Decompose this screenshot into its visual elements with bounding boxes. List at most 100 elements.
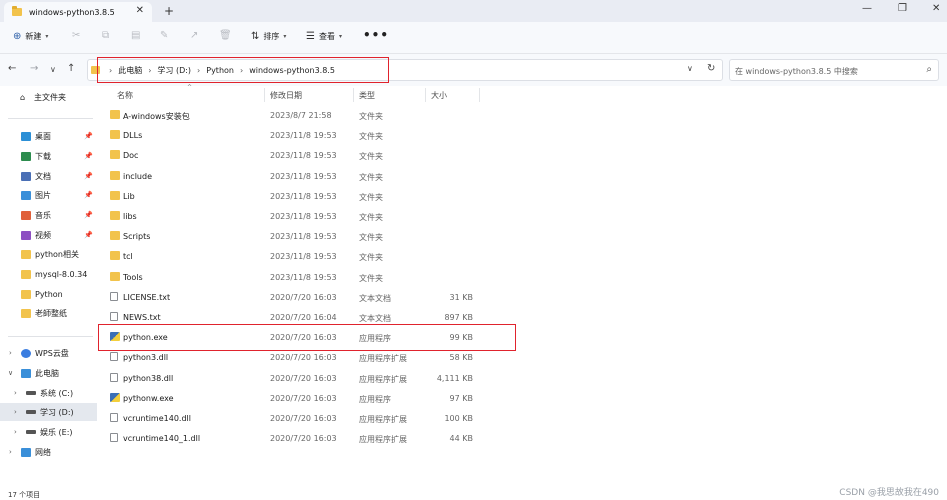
file-row[interactable]: vcruntime140.dll 2020/7/20 16:03 应用程序扩展 100… [99,408,479,428]
close-tab-icon[interactable]: ✕ [136,5,144,16]
search-box[interactable]: 在 windows-python3.8.5 中搜索 ⌕ [729,59,939,81]
maximize-button[interactable]: ❐ [898,3,907,14]
file-modified-date: 2020/7/20 16:03 [270,292,337,302]
file-modified-date: 2020/7/20 16:03 [270,393,337,403]
paste-icon[interactable]: ▤ [131,30,140,41]
file-row[interactable]: python38.dll 2020/7/20 16:03 应用程序扩展 4,111 K… [99,368,479,388]
file-row[interactable]: Scripts 2023/11/8 19:53 文件夹 [99,226,479,246]
file-row[interactable]: libs 2023/11/8 19:53 文件夹 [99,206,479,226]
sidebar-item-drive-e[interactable]: › 娱乐 (E:) [0,423,97,441]
column-header-modified[interactable]: 修改日期 [270,90,302,101]
minimize-button[interactable]: — [862,3,872,14]
rename-icon[interactable]: ✎ [160,30,168,41]
sidebar-item-wps[interactable]: › WPS云盘 [0,344,97,362]
file-row[interactable]: pythonw.exe 2020/7/20 16:03 应用程序 97 KB [99,388,479,408]
recent-chevron-icon[interactable]: ∨ [50,65,56,74]
new-button[interactable]: ⊕ 新建 ▾ [13,31,48,42]
file-row[interactable]: Doc 2023/11/8 19:53 文件夹 [99,145,479,165]
close-window-button[interactable]: ✕ [932,3,940,14]
file-name: pythonw.exe [123,393,174,403]
sidebar-item-quick-access[interactable]: python相关 [0,245,97,263]
column-header-name[interactable]: 名称 [117,90,133,101]
copy-icon[interactable]: ⧉ [102,30,109,41]
pin-icon[interactable]: 📌 [84,132,93,140]
file-row[interactable]: include 2023/11/8 19:53 文件夹 [99,166,479,186]
file-row[interactable]: vcruntime140_1.dll 2020/7/20 16:03 应用程序扩展 4… [99,428,479,448]
address-dropdown-icon[interactable]: ∨ [687,64,693,73]
column-header-size[interactable]: 大小 [431,90,447,101]
sidebar-item-quick-access[interactable]: mysql-8.0.34 [0,265,97,283]
sidebar-item-quick-access[interactable]: 图片 📌 [0,186,97,204]
view-button[interactable]: ☰ 查看 ▾ [306,31,342,42]
highlight-box-breadcrumb [97,57,389,83]
chevron-right-icon[interactable]: › [9,349,12,357]
file-row[interactable]: Tools 2023/11/8 19:53 文件夹 [99,267,479,287]
column-divider[interactable] [425,88,426,102]
folder-icon [21,190,31,200]
pin-icon[interactable]: 📌 [84,231,93,239]
sidebar-item-quick-access[interactable]: 文档 📌 [0,167,97,185]
sidebar-item-quick-access[interactable]: 桌面 📌 [0,127,97,145]
column-divider[interactable] [353,88,354,102]
sidebar-item-label: 下载 [35,151,51,161]
sidebar-item-label: Python [35,289,63,299]
folder-icon [21,171,31,181]
sidebar-item-quick-access[interactable]: 视频 📌 [0,226,97,244]
folder-icon [21,308,31,318]
file-row[interactable]: A-windows安装包 2023/8/7 21:58 文件夹 [99,105,479,125]
sidebar-item-this-pc[interactable]: ∨ 此电脑 [0,364,97,382]
share-icon[interactable]: ↗ [190,30,198,41]
pin-icon[interactable]: 📌 [84,152,93,160]
sidebar-divider [8,336,93,337]
file-type: 应用程序扩展 [359,354,407,364]
sidebar-item-drive-c[interactable]: › 系统 (C:) [0,384,97,402]
delete-icon[interactable]: 🗑 [219,30,232,41]
chevron-right-icon[interactable]: › [9,448,12,456]
sidebar-item-label: 老師整纸 [35,308,67,318]
pin-icon[interactable]: 📌 [84,172,93,180]
new-tab-button[interactable]: + [164,4,174,18]
more-options-button[interactable]: ••• [363,28,389,42]
cut-icon[interactable]: ✂ [72,30,80,41]
forward-arrow-icon[interactable]: → [30,63,38,74]
folder-icon [110,150,120,160]
chevron-right-icon[interactable]: › [14,389,17,397]
application-icon [110,392,120,402]
sidebar-item-quick-access[interactable]: 下载 📌 [0,147,97,165]
sidebar-item-network[interactable]: › 网络 [0,443,97,461]
sort-button[interactable]: ⇅ 排序 ▾ [251,31,286,42]
chevron-right-icon[interactable]: › [14,428,17,436]
file-row[interactable]: Lib 2023/11/8 19:53 文件夹 [99,186,479,206]
chevron-right-icon[interactable]: › [14,408,17,416]
file-modified-date: 2023/11/8 19:53 [270,191,337,201]
sidebar-item-label: 桌面 [35,131,51,141]
search-input[interactable]: 在 windows-python3.8.5 中搜索 [735,66,858,77]
file-row[interactable]: LICENSE.txt 2020/7/20 16:03 文本文档 31 KB [99,287,479,307]
sidebar-item-quick-access[interactable]: 老師整纸 [0,304,97,322]
pin-icon[interactable]: 📌 [84,191,93,199]
sidebar-item-quick-access[interactable]: 音乐 📌 [0,206,97,224]
file-row[interactable]: tcl 2023/11/8 19:53 文件夹 [99,246,479,266]
network-icon [21,447,31,457]
sidebar-item-home[interactable]: ⌂ 主文件夹 [0,88,97,106]
up-arrow-icon[interactable]: ↑ [67,63,75,74]
sidebar-item-drive-d[interactable]: › 学习 (D:) [0,403,97,421]
pin-icon[interactable]: 📌 [84,211,93,219]
column-divider[interactable] [264,88,265,102]
folder-icon [110,130,120,140]
view-label: 查看 [318,32,335,41]
tab-current-folder[interactable]: windows-python3.8.5 ✕ [4,2,152,22]
refresh-icon[interactable]: ↻ [707,63,715,74]
column-header-type[interactable]: 类型 [359,90,375,101]
command-bar: ⊕ 新建 ▾ ✂ ⧉ ▤ ✎ ↗ 🗑 ⇅ 排序 ▾ ☰ 查看 ▾ ••• [0,22,947,54]
search-icon: ⌕ [926,64,932,75]
file-modified-date: 2020/7/20 16:03 [270,353,337,363]
column-divider[interactable] [479,88,480,102]
back-arrow-icon[interactable]: ← [8,63,16,74]
file-name: Doc [123,151,139,161]
sort-label: 排序 [263,32,280,41]
file-row[interactable]: DLLs 2023/11/8 19:53 文件夹 [99,125,479,145]
chevron-down-icon[interactable]: ∨ [8,369,13,377]
file-size: 897 KB [444,313,473,322]
sidebar-item-quick-access[interactable]: Python [0,285,97,303]
